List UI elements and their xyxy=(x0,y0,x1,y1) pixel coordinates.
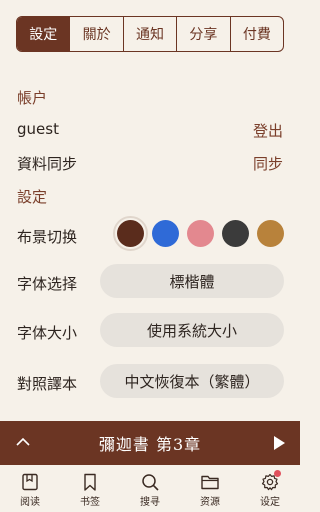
font-select-label: 字体选择 xyxy=(17,275,78,293)
swatch-brown[interactable] xyxy=(113,216,148,251)
tab-share[interactable]: 分享 xyxy=(176,17,229,51)
font-size-label: 字体大小 xyxy=(17,324,78,342)
font-size-button[interactable]: 使用系統大小 xyxy=(100,313,284,347)
username-label: guest xyxy=(17,120,59,138)
translation-label: 對照譯本 xyxy=(17,375,78,393)
background-swatches xyxy=(113,216,284,251)
tab-notifications[interactable]: 通知 xyxy=(122,17,176,51)
nav-settings-label: 设定 xyxy=(260,496,280,508)
swatch-pink[interactable] xyxy=(187,220,214,247)
font-select-button[interactable]: 標楷體 xyxy=(100,264,284,298)
nav-resources[interactable]: 资源 xyxy=(180,465,240,512)
translation-select-button[interactable]: 中文恢復本（繁體） xyxy=(100,364,284,398)
bottom-nav: 阅读 书签 搜寻 资源 设定 xyxy=(0,465,300,512)
tab-about[interactable]: 關於 xyxy=(69,17,122,51)
reader-title: 彌迦書 第3章 xyxy=(98,435,202,454)
swatch-blue[interactable] xyxy=(152,220,179,247)
notification-badge xyxy=(274,470,281,477)
search-icon xyxy=(142,473,159,491)
sync-link[interactable]: 同步 xyxy=(253,153,283,174)
play-icon[interactable] xyxy=(272,435,286,451)
swatch-gold[interactable] xyxy=(257,220,284,247)
nav-bookmark[interactable]: 书签 xyxy=(60,465,120,512)
folder-icon xyxy=(201,475,219,489)
nav-read[interactable]: 阅读 xyxy=(0,465,60,512)
nav-search-label: 搜寻 xyxy=(140,496,160,508)
nav-resources-label: 资源 xyxy=(200,496,220,508)
account-section-label: 帳户 xyxy=(17,89,48,107)
settings-tabs: 設定 關於 通知 分享 付費 xyxy=(16,16,284,52)
tab-settings[interactable]: 設定 xyxy=(17,17,70,51)
nav-read-label: 阅读 xyxy=(20,496,40,508)
tab-payment[interactable]: 付費 xyxy=(229,17,283,51)
nav-settings[interactable]: 设定 xyxy=(240,465,300,512)
swatch-dark-gray[interactable] xyxy=(222,220,249,247)
bookmark-icon xyxy=(84,473,96,491)
background-label: 布景切换 xyxy=(17,228,78,246)
data-sync-label: 資料同步 xyxy=(17,155,78,173)
book-icon xyxy=(22,473,38,490)
settings-section-label: 設定 xyxy=(17,188,48,206)
chevron-up-icon[interactable] xyxy=(14,433,32,451)
reader-bar[interactable]: 彌迦書 第3章 xyxy=(0,421,300,465)
nav-bookmark-label: 书签 xyxy=(80,496,100,508)
nav-search[interactable]: 搜寻 xyxy=(120,465,180,512)
logout-link[interactable]: 登出 xyxy=(253,120,283,141)
